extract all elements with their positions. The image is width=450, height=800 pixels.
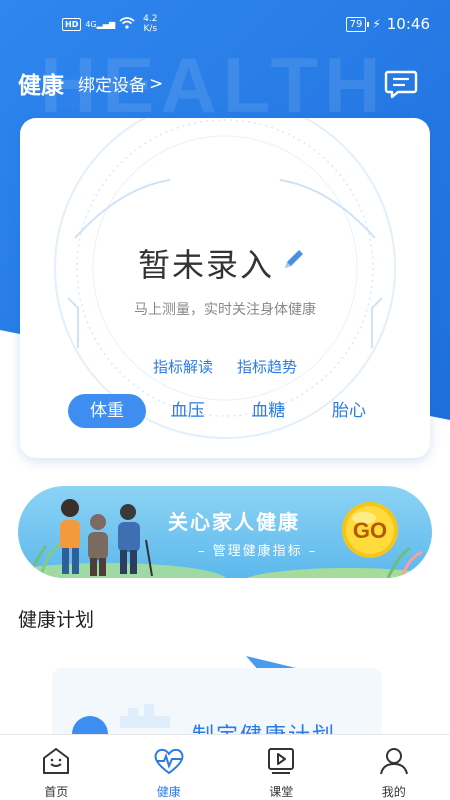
charging-icon: ⚡ <box>372 17 381 31</box>
metric-tab-weight[interactable]: 体重 <box>68 394 146 428</box>
bind-device-label: 绑定设备 <box>78 76 146 96</box>
health-metrics-card: 暂未录入 马上测量，实时关注身体健康 指标解读 指标趋势 体重 血压 血糖 胎心 <box>20 118 430 458</box>
tab-home[interactable]: 首页 <box>0 735 113 800</box>
metric-tab-blood-pressure[interactable]: 血压 <box>149 394 227 428</box>
tab-label: 我的 <box>381 785 406 799</box>
chevron-right-icon: > <box>149 73 164 94</box>
battery-icon: 79 <box>345 16 370 32</box>
network-speed: 4.2 K/s <box>143 14 158 34</box>
home-icon <box>43 748 70 774</box>
status-text: 暂未录入 <box>138 246 275 284</box>
metric-tabs: 体重 血压 血糖 胎心 <box>68 394 388 428</box>
tab-label: 课堂 <box>269 785 294 799</box>
tab-mine[interactable]: 我的 <box>338 735 450 800</box>
user-icon <box>379 748 408 775</box>
indicator-explain-link[interactable]: 指标解读 <box>153 356 213 377</box>
heart-pulse-icon <box>154 748 184 775</box>
page-header: 健康 绑定设备 > <box>0 60 450 104</box>
banner-subtitle: – 管理健康指标 – <box>198 544 318 559</box>
signal-icon: 4G▂▄▆ <box>85 19 116 29</box>
page-title: 健康 <box>18 73 64 99</box>
tab-health[interactable]: 健康 <box>113 735 226 800</box>
tab-label: 首页 <box>44 785 69 799</box>
status-bar: HD 4G▂▄▆ 4.2 K/s 79 ⚡ 10:46 <box>0 0 450 48</box>
tab-classroom[interactable]: 课堂 <box>225 735 338 800</box>
status-row: 暂未录入 <box>138 240 306 286</box>
family-health-banner[interactable]: GO 关心家人健康 – 管理健康指标 – <box>18 486 432 578</box>
section-title-health-plan: 健康计划 <box>18 609 95 631</box>
indicator-links: 指标解读 指标趋势 <box>20 356 430 377</box>
measure-hint: 马上测量，实时关注身体健康 <box>134 302 316 318</box>
svg-text:GO: GO <box>353 518 387 543</box>
bind-device-link[interactable]: 绑定设备 > <box>78 71 164 97</box>
indicator-trend-link[interactable]: 指标趋势 <box>237 356 297 377</box>
hd-indicator: HD <box>62 17 82 31</box>
clock: 10:46 <box>386 15 430 33</box>
tab-label: 健康 <box>156 785 181 799</box>
go-button[interactable]: GO <box>342 502 398 558</box>
metric-tab-blood-sugar[interactable]: 血糖 <box>229 394 307 428</box>
pencil-icon[interactable] <box>280 247 306 273</box>
bottom-tab-bar: 首页 健康 课堂 我的 <box>0 734 450 800</box>
banner-title: 关心家人健康 <box>168 510 300 534</box>
message-icon[interactable] <box>384 68 418 100</box>
metric-tab-fetal-heart[interactable]: 胎心 <box>310 394 388 428</box>
wifi-icon <box>119 16 135 32</box>
video-play-icon <box>268 748 295 774</box>
